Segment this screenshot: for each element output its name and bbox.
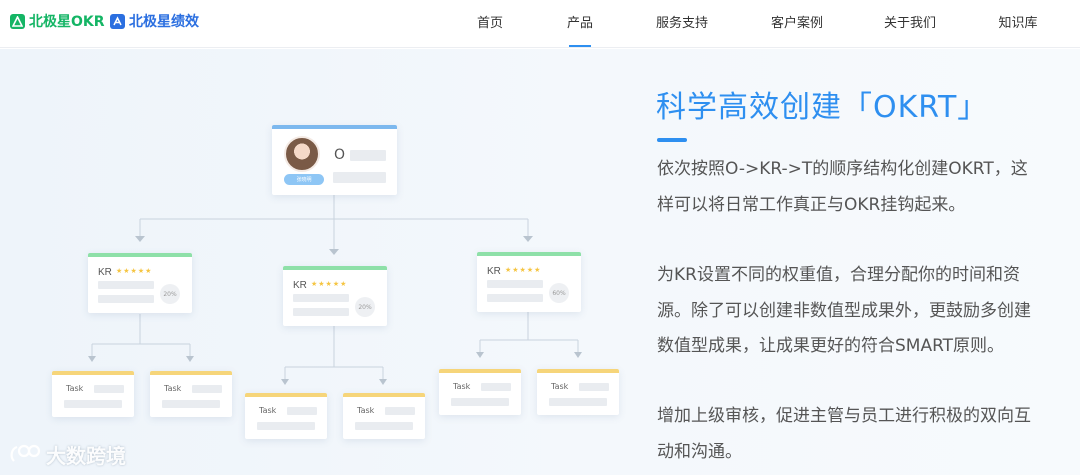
brand-performance-text: 北极星绩效 [129, 14, 199, 30]
placeholder-line [385, 407, 415, 415]
placeholder-line [64, 400, 122, 408]
section-headline: 科学高效创建「OKRT」 [656, 90, 989, 125]
placeholder-line [487, 294, 543, 302]
task-label: Task [357, 406, 375, 415]
nav-about-us[interactable]: 关于我们 [884, 12, 936, 31]
kr-weight-badge: 20% [160, 284, 180, 304]
kr-weight-badge: 60% [549, 283, 569, 303]
card-top-bar [343, 393, 425, 397]
placeholder-line [257, 422, 315, 430]
placeholder-line [293, 294, 349, 302]
card-top-bar [52, 371, 134, 375]
key-result-card[interactable]: KR ★★★★★ 20% [283, 266, 387, 326]
placeholder-line [293, 308, 349, 316]
objective-card[interactable]: 张晓明 O [272, 125, 397, 195]
card-top-bar [245, 393, 327, 397]
headline-underline [657, 138, 687, 142]
watermark: 大数跨境 [8, 439, 126, 469]
top-navbar: 北极星OKR 北极星绩效 首页 产品 服务支持 客户案例 关于我们 知识库 [0, 0, 1080, 48]
key-result-card[interactable]: KR ★★★★★ 60% [477, 252, 581, 312]
kr-label: KR [487, 266, 501, 277]
placeholder-line [94, 385, 124, 393]
product-feature-section: 张晓明 O KR ★★★★★ 20% KR ★★★★★ 20% KR ★★★★★… [0, 49, 1080, 475]
kr-label: KR [293, 280, 307, 291]
user-avatar [284, 136, 320, 172]
task-label: Task [453, 382, 471, 391]
kr-weight-badge: 20% [355, 297, 375, 317]
placeholder-line [98, 295, 154, 303]
watermark-logo-icon [10, 444, 41, 462]
card-top-bar [88, 253, 192, 257]
task-card[interactable]: Task [52, 371, 134, 417]
task-label: Task [164, 384, 182, 393]
card-top-bar [537, 369, 619, 373]
placeholder-line [192, 385, 222, 393]
rating-stars-icon: ★★★★★ [116, 267, 153, 275]
placeholder-line [487, 280, 543, 288]
placeholder-line [579, 383, 609, 391]
star-logo-icon [110, 13, 125, 29]
task-label: Task [66, 384, 84, 393]
nav-knowledge-base[interactable]: 知识库 [998, 12, 1037, 31]
placeholder-line [98, 281, 154, 289]
card-top-bar [477, 252, 581, 256]
placeholder-line [481, 383, 511, 391]
placeholder-line [287, 407, 317, 415]
task-label: Task [551, 382, 569, 391]
brand-performance-logo[interactable]: 北极星绩效 [110, 11, 199, 31]
task-card[interactable]: Task [150, 371, 232, 417]
okrt-tree-diagram: 张晓明 O KR ★★★★★ 20% KR ★★★★★ 20% KR ★★★★★… [0, 49, 640, 475]
kr-label: KR [98, 267, 112, 278]
task-label: Task [259, 406, 277, 415]
placeholder-line [451, 398, 509, 406]
watermark-text: 大数跨境 [46, 443, 126, 468]
task-card[interactable]: Task [537, 369, 619, 415]
card-top-bar [283, 266, 387, 270]
objective-label: O [334, 147, 346, 163]
placeholder-line [549, 398, 607, 406]
feature-paragraph: 依次按照O->KR->T的顺序结构化创建OKRT，这样可以将日常工作真正与OKR… [657, 159, 1028, 215]
task-card[interactable]: Task [343, 393, 425, 439]
card-top-bar [439, 369, 521, 373]
card-top-bar [272, 125, 397, 129]
key-result-card[interactable]: KR ★★★★★ 20% [88, 253, 192, 313]
rating-stars-icon: ★★★★★ [505, 266, 542, 274]
brand-okr-text: 北极星OKR [29, 14, 105, 30]
task-card[interactable]: Task [245, 393, 327, 439]
brand-okr-logo[interactable]: 北极星OKR [10, 11, 105, 31]
placeholder-line [162, 400, 220, 408]
placeholder-line [355, 422, 413, 430]
nav-home[interactable]: 首页 [477, 12, 503, 31]
owner-tag: 张晓明 [284, 174, 324, 185]
task-card[interactable]: Task [439, 369, 521, 415]
mountain-logo-icon [10, 13, 25, 29]
feature-paragraph: 增加上级审核，促进主管与员工进行积极的双向互动和沟通。 [657, 406, 1031, 462]
feature-paragraph: 为KR设置不同的权重值，合理分配你的时间和资源。除了可以创建非数值型成果外，更鼓… [657, 265, 1031, 356]
rating-stars-icon: ★★★★★ [311, 280, 348, 288]
card-top-bar [150, 371, 232, 375]
nav-support[interactable]: 服务支持 [656, 12, 708, 31]
nav-customer-cases[interactable]: 客户案例 [771, 12, 823, 31]
nav-products[interactable]: 产品 [567, 12, 593, 31]
placeholder-line [333, 172, 386, 183]
placeholder-line [350, 150, 386, 161]
